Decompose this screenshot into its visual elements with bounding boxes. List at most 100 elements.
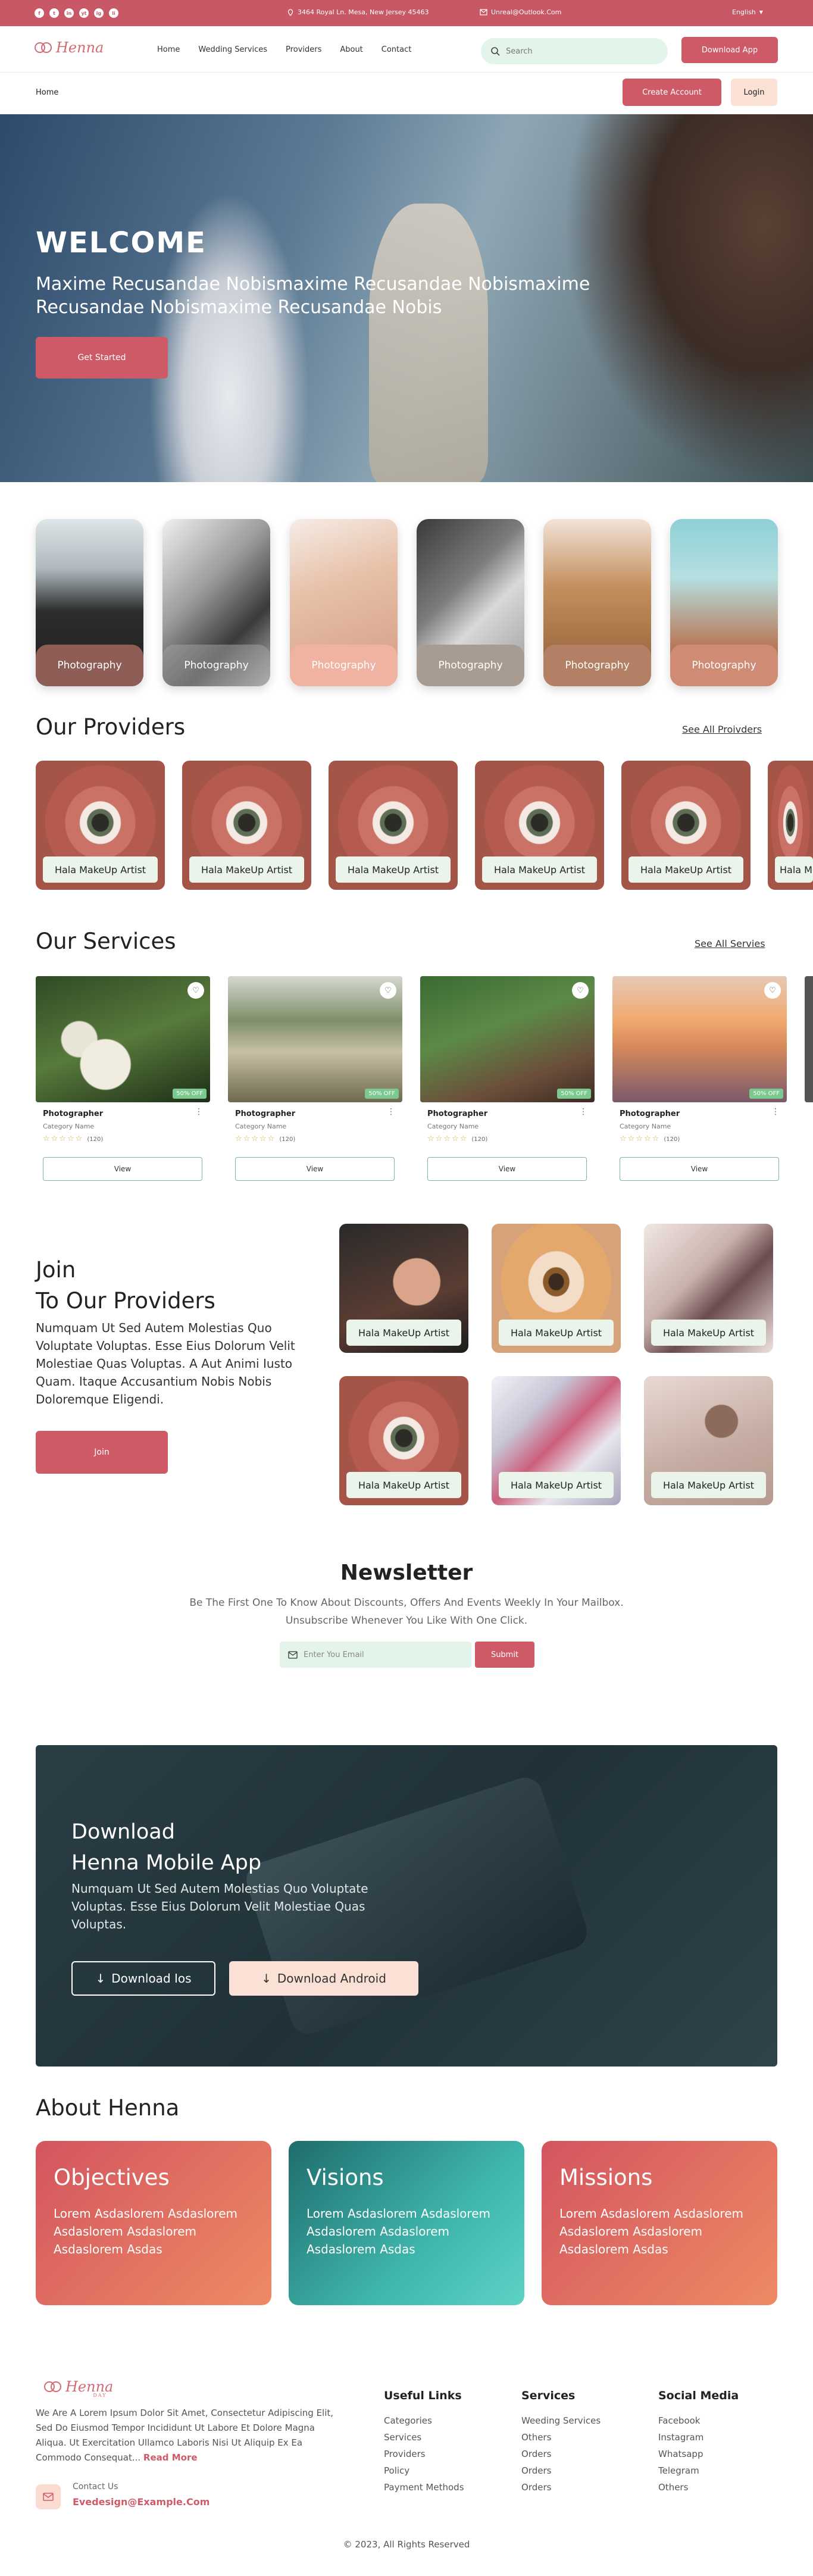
category-card[interactable]: Photography: [670, 519, 778, 686]
footer-link[interactable]: Telegram: [658, 2465, 739, 2476]
breadcrumb-bar: Home Create Account Login: [0, 73, 813, 114]
review-count: (120): [87, 1136, 104, 1143]
provider-card[interactable]: Hala MakeUp Artist: [329, 761, 458, 890]
download-ios-button[interactable]: ↓ Download Ios: [71, 1961, 215, 1996]
join-card[interactable]: Hala MakeUp Artist: [644, 1224, 773, 1353]
logo[interactable]: Henna: [35, 39, 104, 56]
join-card[interactable]: Hala MakeUp Artist: [339, 1224, 468, 1353]
join-card[interactable]: Hala MakeUp Artist: [644, 1376, 773, 1505]
footer-link[interactable]: Others: [658, 2482, 739, 2493]
hero-groom-image: [369, 204, 488, 482]
more-options-icon[interactable]: ⋮: [195, 1107, 203, 1117]
footer-link[interactable]: Weeding Services: [521, 2415, 601, 2426]
read-more-link[interactable]: Read More: [143, 2452, 198, 2463]
category-card[interactable]: Photography: [162, 519, 270, 686]
address-text: 3464 Royal Ln. Mesa, New Jersey 45463: [298, 8, 429, 16]
visions-title: Visions: [307, 2165, 384, 2190]
service-category: Category Name: [427, 1123, 479, 1130]
more-options-icon[interactable]: ⋮: [579, 1107, 587, 1117]
category-label: Photography: [162, 645, 270, 686]
more-options-icon[interactable]: ⋮: [771, 1107, 780, 1117]
linkedin-icon[interactable]: in: [64, 8, 74, 18]
discount-badge: 50% OFF: [365, 1089, 399, 1099]
create-account-button[interactable]: Create Account: [623, 79, 721, 106]
footer-link[interactable]: Orders: [521, 2465, 601, 2476]
footer-link[interactable]: Services: [384, 2432, 464, 2443]
download-ios-label: Download Ios: [111, 1971, 192, 1986]
linkedin-alt-icon[interactable]: li: [109, 8, 118, 18]
footer-link[interactable]: Orders: [521, 2482, 601, 2493]
email[interactable]: Unreal@Outlook.Com: [480, 8, 561, 16]
search-input[interactable]: Search: [481, 38, 668, 64]
logo-tagline: DAY: [93, 2393, 107, 2398]
service-title: Photographer: [43, 1109, 104, 1118]
join-button[interactable]: Join: [36, 1431, 168, 1474]
provider-card[interactable]: Hala MakeUp Artist: [182, 761, 311, 890]
footer-link[interactable]: Instagram: [658, 2432, 739, 2443]
footer-link[interactable]: Policy: [384, 2465, 464, 2476]
provider-card[interactable]: Hala MakeUp Artist: [475, 761, 604, 890]
footer-useful-links: Useful Links Categories Services Provide…: [384, 2389, 464, 2499]
nav-home[interactable]: Home: [157, 45, 180, 54]
breadcrumb[interactable]: Home: [36, 88, 58, 97]
footer-link[interactable]: Categories: [384, 2415, 464, 2426]
join-card[interactable]: Hala MakeUp Artist: [339, 1376, 468, 1505]
see-all-services-link[interactable]: See All Servies: [695, 938, 765, 949]
join-card[interactable]: Hala MakeUp Artist: [492, 1376, 621, 1505]
see-all-providers-link[interactable]: See All Proivders: [682, 724, 762, 735]
nav-contact[interactable]: Contact: [382, 45, 412, 54]
more-options-icon[interactable]: ⋮: [387, 1107, 395, 1117]
discount-badge: 50% OFF: [749, 1089, 783, 1099]
nav-providers[interactable]: Providers: [286, 45, 321, 54]
provider-card[interactable]: Hala MakeUp Artist: [621, 761, 751, 890]
download-app-button[interactable]: Download App: [681, 37, 778, 63]
category-card[interactable]: Photography: [417, 519, 524, 686]
footer-link[interactable]: Others: [521, 2432, 601, 2443]
heart-icon[interactable]: ♡: [764, 982, 781, 999]
footer-logo[interactable]: Henna DAY: [44, 2375, 113, 2398]
footer-link[interactable]: Facebook: [658, 2415, 739, 2426]
contact-email[interactable]: Evedesign@Example.Com: [73, 2496, 209, 2508]
newsletter-submit-button[interactable]: Submit: [475, 1642, 534, 1668]
logo-text: Henna: [56, 39, 104, 56]
join-card[interactable]: Hala MakeUp Artist: [492, 1224, 621, 1353]
view-button[interactable]: View: [427, 1157, 587, 1181]
facebook-icon[interactable]: f: [35, 8, 44, 18]
login-button[interactable]: Login: [731, 79, 777, 106]
footer-social: Social Media Facebook Instagram Whatsapp…: [658, 2389, 739, 2499]
service-category: Category Name: [620, 1123, 671, 1130]
view-button[interactable]: View: [620, 1157, 779, 1181]
view-button[interactable]: View: [235, 1157, 395, 1181]
footer-link[interactable]: Providers: [384, 2449, 464, 2459]
heart-icon[interactable]: ♡: [187, 982, 204, 999]
provider-card[interactable]: Hala MakeUp Artist: [36, 761, 165, 890]
category-card[interactable]: Photography: [543, 519, 651, 686]
instagram-icon[interactable]: ig: [94, 8, 104, 18]
language-select[interactable]: English ▼: [732, 8, 763, 16]
nav-wedding-services[interactable]: Wedding Services: [198, 45, 267, 54]
get-started-button[interactable]: Get Started: [36, 337, 168, 379]
footer-link[interactable]: Payment Methods: [384, 2482, 464, 2493]
provider-card[interactable]: Hala MakeUp Artist: [768, 761, 813, 890]
download-android-button[interactable]: ↓ Download Android: [229, 1961, 418, 1996]
join-card-label: Hala MakeUp Artist: [651, 1320, 766, 1346]
twitter-icon[interactable]: t: [49, 8, 59, 18]
footer-link[interactable]: Orders: [521, 2449, 601, 2459]
view-button[interactable]: View: [43, 1157, 202, 1181]
service-image: ♡ 50% OFF: [612, 976, 787, 1102]
nav-about[interactable]: About: [340, 45, 362, 54]
rating-stars: ☆☆☆☆☆ (120): [43, 1134, 104, 1143]
category-card[interactable]: Photography: [36, 519, 143, 686]
footer-link[interactable]: Whatsapp: [658, 2449, 739, 2459]
category-card[interactable]: Photography: [290, 519, 398, 686]
heart-icon[interactable]: ♡: [380, 982, 396, 999]
youtube-icon[interactable]: yt: [79, 8, 89, 18]
contact-label: Contact Us: [73, 2482, 118, 2491]
heart-icon[interactable]: ♡: [572, 982, 589, 999]
join-card-label: Hala MakeUp Artist: [651, 1472, 766, 1498]
objectives-title: Objectives: [54, 2165, 170, 2190]
navbar: Henna Home Wedding Services Providers Ab…: [0, 26, 813, 73]
service-category: Category Name: [235, 1123, 287, 1130]
newsletter-email-input[interactable]: Enter You Email: [280, 1642, 471, 1668]
category-label: Photography: [417, 645, 524, 686]
